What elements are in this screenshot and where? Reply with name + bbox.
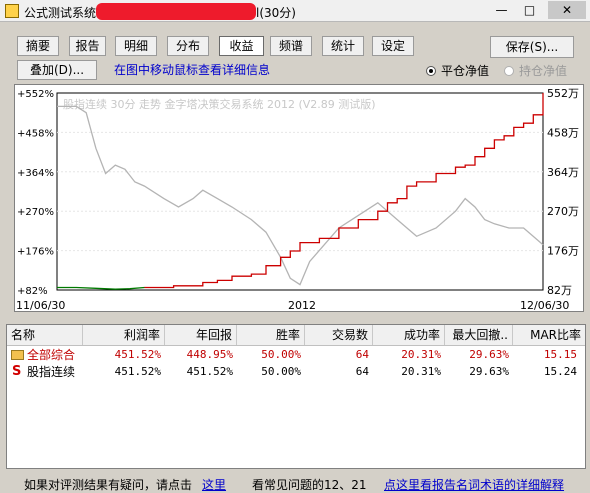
right-tick-label: 270万 xyxy=(547,205,579,218)
radio-flat-label: 平仓净值 xyxy=(441,64,490,78)
x-tick-end: 12/06/30 xyxy=(520,299,569,311)
table-header: 名称 利润率 年回报 胜率 交易数 成功率 最大回撤.. MAR比率 xyxy=(7,325,585,346)
cell-trades: 64 xyxy=(355,348,369,361)
col-annual-return[interactable]: 年回报 xyxy=(165,325,237,345)
tab-statistics[interactable]: 统计 xyxy=(322,36,364,56)
left-tick-label: +364% xyxy=(17,168,54,179)
app-icon xyxy=(5,4,19,18)
tab-report[interactable]: 报告 xyxy=(69,36,106,56)
maximize-button[interactable]: □ xyxy=(516,1,543,19)
left-tick-label: +552% xyxy=(17,89,54,100)
cell-profit-rate: 451.52% xyxy=(114,365,161,378)
right-tick-label: 552万 xyxy=(547,87,579,100)
cell-max-drawdown: 29.63% xyxy=(469,348,509,361)
x-tick-start: 11/06/30 xyxy=(16,299,65,311)
footer-question-text: 如果对评测结果有疑问，请点击 xyxy=(24,478,193,492)
x-tick-mid: 2012 xyxy=(288,299,316,311)
cell-success-rate: 20.31% xyxy=(401,348,441,361)
right-axis-ticks: 552万 458万 364万 270万 176万 82万 xyxy=(547,87,579,297)
row-name: 全部综合 xyxy=(27,348,76,362)
row-name: 股指连续 xyxy=(27,365,76,379)
tab-returns[interactable]: 收益 xyxy=(219,36,264,56)
col-mar-ratio[interactable]: MAR比率 xyxy=(513,325,585,345)
col-success-rate[interactable]: 成功率 xyxy=(373,325,445,345)
window-title: 公式测试系统 xyxy=(24,6,97,20)
right-tick-label: 364万 xyxy=(547,166,579,179)
tab-distribution[interactable]: 分布 xyxy=(167,36,209,56)
title-bar: 公式测试系统 l(30分) — □ ✕ xyxy=(0,0,590,22)
save-button[interactable]: 保存(S)... xyxy=(490,36,574,58)
equity-chart-svg: 股指连续 30分 走势 金字塔决策交易系统 2012 (V2.89 测试版) +… xyxy=(16,87,579,311)
overlay-button[interactable]: 叠加(D)... xyxy=(17,60,97,80)
tab-settings[interactable]: 设定 xyxy=(372,36,414,56)
radio-flat-equity[interactable]: 平仓净值 xyxy=(426,62,489,79)
left-tick-label: +270% xyxy=(17,207,54,218)
col-trades[interactable]: 交易数 xyxy=(305,325,373,345)
left-tick-label: +82% xyxy=(17,286,48,297)
col-max-drawdown[interactable]: 最大回撤.. xyxy=(445,325,513,345)
cell-mar-ratio: 15.24 xyxy=(543,365,577,378)
redaction-mark xyxy=(96,3,256,20)
cell-annual-return: 448.95% xyxy=(186,348,233,361)
results-table: 名称 利润率 年回报 胜率 交易数 成功率 最大回撤.. MAR比率 全部综合 … xyxy=(6,324,586,469)
strategy-s-icon: S xyxy=(12,364,22,379)
radio-hold-label: 持仓净值 xyxy=(519,64,568,78)
footer-glossary-link[interactable]: 点这里看报告名词术语的详细解释 xyxy=(384,476,564,493)
close-button[interactable]: ✕ xyxy=(548,1,586,19)
left-tick-label: +176% xyxy=(17,247,54,258)
window-title-suffix: l(30分) xyxy=(256,6,296,20)
minimize-button[interactable]: — xyxy=(488,1,515,19)
radio-unselected-icon xyxy=(504,66,514,76)
plot-area xyxy=(56,92,544,291)
col-win-rate[interactable]: 胜率 xyxy=(237,325,305,345)
left-tick-label: +458% xyxy=(17,128,54,139)
footer-here-link[interactable]: 这里 xyxy=(202,476,226,493)
cell-win-rate: 50.00% xyxy=(261,365,301,378)
footer: 如果对评测结果有疑问，请点击 这里 看常见问题的12、21 点这里看报告名词术语… xyxy=(0,472,590,493)
radio-selected-icon xyxy=(426,66,436,76)
left-axis-ticks: +552% +458% +364% +270% +176% +82% xyxy=(17,89,54,297)
right-tick-label: 176万 xyxy=(547,245,579,258)
chart-watermark: 股指连续 30分 走势 金字塔决策交易系统 2012 (V2.89 测试版) xyxy=(63,97,376,111)
right-tick-label: 458万 xyxy=(547,126,579,139)
tab-detail[interactable]: 明细 xyxy=(115,36,157,56)
footer-faq-text: 看常见问题的12、21 xyxy=(252,478,367,492)
cell-max-drawdown: 29.63% xyxy=(469,365,509,378)
col-name[interactable]: 名称 xyxy=(7,325,83,345)
equity-chart[interactable]: 股指连续 30分 走势 金字塔决策交易系统 2012 (V2.89 测试版) +… xyxy=(14,84,584,312)
cell-trades: 64 xyxy=(355,365,369,378)
folder-icon xyxy=(11,350,24,360)
table-row[interactable]: 全部综合 451.52% 448.95% 50.00% 64 20.31% 29… xyxy=(7,347,585,363)
cell-success-rate: 20.31% xyxy=(401,365,441,378)
tab-spectrum[interactable]: 频谱 xyxy=(270,36,312,56)
col-profit-rate[interactable]: 利润率 xyxy=(83,325,165,345)
cell-annual-return: 451.52% xyxy=(186,365,233,378)
cell-mar-ratio: 15.15 xyxy=(543,348,577,361)
table-row[interactable]: S 股指连续 451.52% 451.52% 50.00% 64 20.31% … xyxy=(7,364,585,380)
tab-summary[interactable]: 摘要 xyxy=(17,36,59,56)
right-tick-label: 82万 xyxy=(547,284,572,297)
radio-hold-equity[interactable]: 持仓净值 xyxy=(504,62,567,79)
cell-win-rate: 50.00% xyxy=(261,348,301,361)
cell-profit-rate: 451.52% xyxy=(114,348,161,361)
hint-text: 在图中移动鼠标查看详细信息 xyxy=(114,63,271,77)
